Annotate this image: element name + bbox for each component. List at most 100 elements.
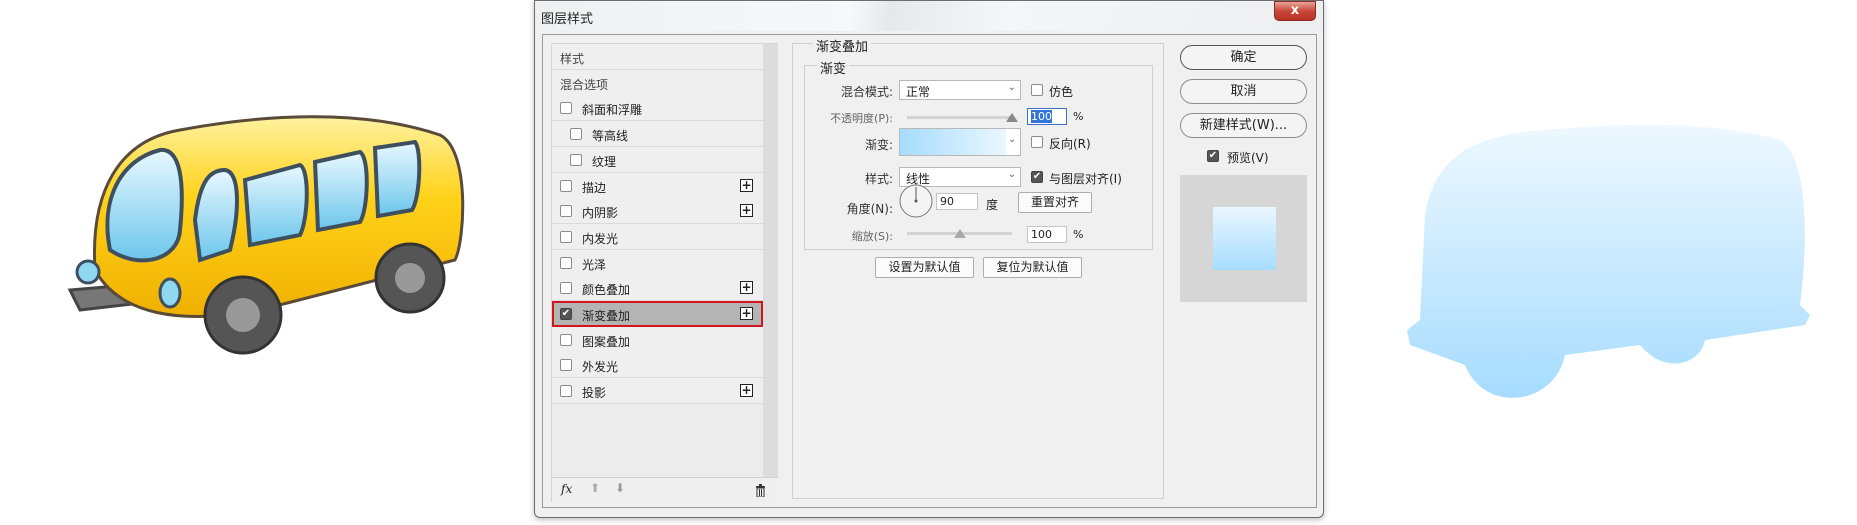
- dither-checkbox[interactable]: [1031, 84, 1043, 96]
- style-item-label: 光泽: [582, 257, 607, 272]
- style-item[interactable]: 纹理: [552, 146, 763, 173]
- style-label: 样式:: [864, 172, 893, 186]
- slider-thumb[interactable]: [953, 229, 966, 238]
- style-item[interactable]: 外发光: [552, 352, 763, 379]
- move-down-icon[interactable]: ⬇: [615, 481, 625, 495]
- slider-thumb[interactable]: [1006, 113, 1018, 122]
- style-item[interactable]: 内发光: [552, 223, 763, 250]
- opacity-label: 不透明度(P):: [830, 112, 893, 125]
- style-checkbox[interactable]: [560, 205, 572, 218]
- title-bar[interactable]: 图层样式 x: [535, 1, 1323, 31]
- opacity-value: 100: [1031, 110, 1052, 123]
- style-item[interactable]: 图案叠加: [552, 326, 763, 353]
- style-item[interactable]: 颜色叠加 +: [552, 275, 763, 302]
- styles-list: 样式混合选项斜面和浮雕等高线纹理描边 + 内阴影 + 内发光光泽颜色叠加 + ✔ 渐变叠加 + 图…: [551, 43, 778, 502]
- gradient-swatch[interactable]: [900, 129, 1006, 155]
- add-icon[interactable]: +: [740, 281, 753, 295]
- style-checkbox[interactable]: [560, 230, 572, 243]
- style-item-label: 渐变叠加: [582, 309, 631, 323]
- trash-icon[interactable]: [755, 484, 766, 497]
- reverse-label: 反向(R): [1049, 137, 1091, 151]
- add-icon[interactable]: +: [740, 307, 753, 320]
- style-checkbox[interactable]: [570, 128, 582, 141]
- gradient-bus-silhouette: [1407, 124, 1810, 398]
- gradient-group: 渐变 混合模式: 正常 ⌄ 仿色 不透明度(P): 100 % 渐变: ⌄ 反向(…: [804, 58, 1153, 250]
- angle-unit: 度: [986, 198, 999, 212]
- style-item[interactable]: 斜面和浮雕: [552, 95, 763, 122]
- add-icon[interactable]: +: [740, 384, 753, 398]
- style-checkbox[interactable]: [560, 333, 572, 346]
- style-checkbox[interactable]: [560, 359, 572, 372]
- style-item-label: 斜面和浮雕: [582, 103, 643, 118]
- chevron-down-icon: ⌄: [1007, 82, 1016, 93]
- style-checkbox[interactable]: [560, 102, 572, 115]
- style-item[interactable]: 光泽: [552, 249, 763, 276]
- scale-input[interactable]: 100: [1027, 226, 1067, 243]
- move-up-icon[interactable]: ⬆: [590, 481, 600, 495]
- opacity-slider[interactable]: [907, 113, 1018, 122]
- align-with-layer-label: 与图层对齐(I): [1049, 172, 1122, 186]
- add-icon[interactable]: +: [740, 204, 753, 218]
- style-item-label: 外发光: [582, 360, 619, 375]
- ok-button[interactable]: 确定: [1180, 45, 1307, 70]
- style-item-label: 内发光: [582, 231, 619, 246]
- fx-button[interactable]: fx: [561, 482, 572, 496]
- close-button[interactable]: x: [1274, 1, 1316, 21]
- reverse-checkbox[interactable]: [1031, 136, 1043, 148]
- style-item[interactable]: 混合选项: [552, 69, 763, 96]
- dialog-title: 图层样式: [541, 12, 594, 27]
- chevron-down-icon[interactable]: ⌄: [1008, 134, 1016, 145]
- gradient-label: 渐变:: [864, 138, 893, 152]
- scale-unit: %: [1073, 228, 1084, 241]
- style-checkbox[interactable]: [560, 256, 572, 269]
- style-item[interactable]: ✔ 渐变叠加 +: [552, 301, 763, 327]
- style-item-label: 投影: [582, 386, 607, 401]
- cancel-button[interactable]: 取消: [1180, 79, 1307, 104]
- section-title: 渐变叠加: [813, 36, 872, 55]
- opacity-unit: %: [1073, 110, 1084, 123]
- style-checkbox[interactable]: [570, 153, 582, 166]
- style-item-label: 内阴影: [582, 206, 619, 221]
- style-checkbox[interactable]: [560, 385, 572, 398]
- style-checkbox[interactable]: [560, 179, 572, 192]
- scale-label: 缩放(S):: [851, 230, 893, 243]
- dither-label: 仿色: [1049, 85, 1074, 99]
- preview-checkbox[interactable]: ✔: [1207, 150, 1219, 162]
- style-item[interactable]: 投影 +: [552, 378, 763, 405]
- blend-mode-value: 正常: [906, 85, 931, 99]
- blend-mode-select[interactable]: 正常 ⌄: [899, 80, 1021, 100]
- style-item-label: 混合选项: [560, 77, 609, 92]
- scrollbar[interactable]: [763, 44, 778, 477]
- preview-swatch: [1213, 207, 1276, 270]
- style-item-label: 描边: [582, 180, 607, 195]
- style-item-label: 样式: [560, 52, 585, 66]
- reset-default-button[interactable]: 复位为默认值: [983, 257, 1082, 278]
- school-bus-image: [67, 115, 465, 355]
- group-title: 渐变: [817, 58, 850, 77]
- style-checkbox[interactable]: ✔: [560, 308, 572, 320]
- style-item[interactable]: 内阴影 +: [552, 198, 763, 225]
- style-item-label: 图案叠加: [582, 334, 631, 349]
- styles-footer: fx ⬆ ⬇: [552, 477, 778, 502]
- style-item[interactable]: 样式: [552, 44, 763, 70]
- angle-label: 角度(N):: [846, 202, 893, 216]
- opacity-input[interactable]: 100: [1027, 108, 1067, 125]
- make-default-button[interactable]: 设置为默认值: [875, 257, 974, 278]
- scale-slider[interactable]: [907, 229, 1012, 238]
- angle-input[interactable]: 90: [936, 193, 978, 210]
- style-item-label: 等高线: [592, 129, 629, 144]
- style-item[interactable]: 等高线: [552, 121, 763, 148]
- gradient-picker[interactable]: ⌄: [899, 128, 1021, 156]
- style-checkbox[interactable]: [560, 282, 572, 295]
- preview-label: 预览(V): [1227, 151, 1269, 165]
- reset-align-button[interactable]: 重置对齐: [1018, 192, 1092, 213]
- style-item[interactable]: 描边 +: [552, 172, 763, 199]
- style-preview: [1180, 175, 1307, 302]
- style-item-label: 纹理: [592, 154, 617, 169]
- angle-dial[interactable]: [898, 183, 934, 219]
- style-item-label: 颜色叠加: [582, 283, 631, 298]
- align-with-layer-checkbox[interactable]: ✔: [1031, 171, 1043, 183]
- new-style-button[interactable]: 新建样式(W)...: [1180, 113, 1307, 138]
- add-icon[interactable]: +: [740, 178, 753, 192]
- blend-mode-label: 混合模式:: [840, 85, 893, 99]
